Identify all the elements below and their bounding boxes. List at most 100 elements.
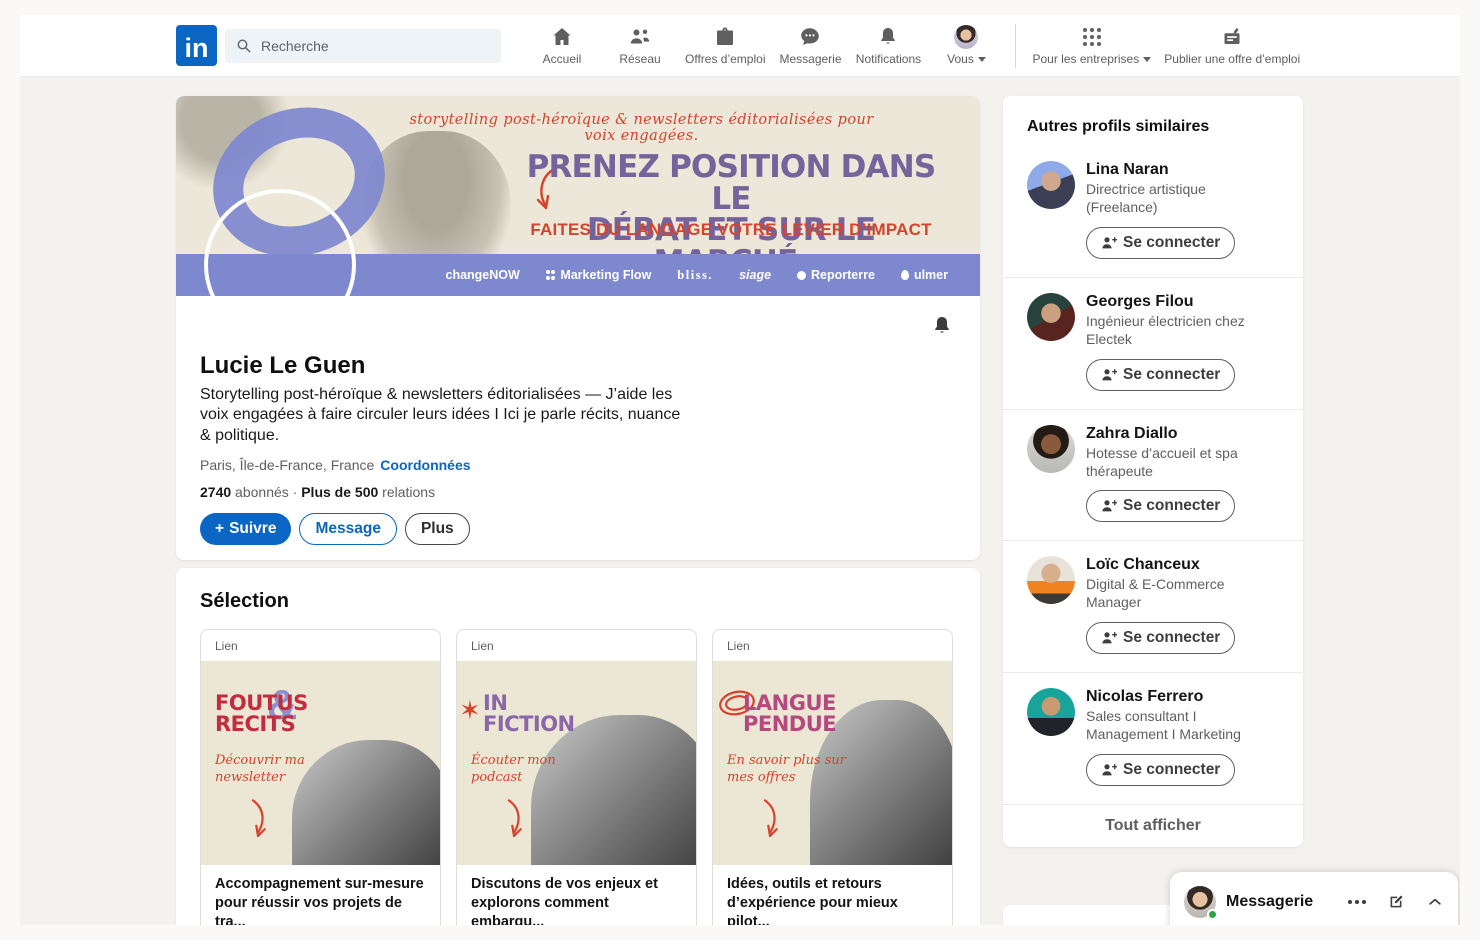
featured-link-card[interactable]: Lien & FOUTUS RECITS Découvrir ma newsle… (200, 629, 441, 925)
nav-item-jobs[interactable]: Offres d’emploi (679, 15, 771, 77)
similar-profile-name[interactable]: Zahra Diallo (1086, 425, 1256, 443)
profile-name[interactable]: Lucie Le Guen (200, 352, 365, 380)
similar-profile-name[interactable]: Lina Naran (1086, 161, 1256, 179)
link-caption: Accompagnement sur-mesure pour réussir v… (215, 876, 424, 925)
chat-icon (801, 28, 820, 45)
link-card-image: & FOUTUS RECITS Découvrir ma newsletter (201, 661, 440, 865)
subscribe-bell-icon[interactable] (930, 314, 954, 338)
art-title-2: PENDUE (743, 711, 837, 736)
search-box[interactable] (225, 28, 501, 63)
logo-changenow: changeNOW (445, 268, 520, 282)
nav-item-home[interactable]: Accueil (523, 15, 601, 77)
connect-button[interactable]: Se connecter (1086, 226, 1236, 259)
messaging-dock[interactable]: Messagerie (1170, 872, 1458, 925)
connect-button[interactable]: Se connecter (1086, 358, 1236, 391)
link-caption: Discutons de vos enjeux et explorons com… (471, 876, 658, 925)
link-type-label: Lien (215, 639, 238, 653)
logo-reporterre: Reporterre (797, 268, 875, 282)
nav-label: Pour les entreprises (1032, 52, 1140, 66)
follow-button[interactable]: + Suivre (200, 513, 292, 546)
avatar[interactable] (1027, 424, 1075, 473)
nav-item-network[interactable]: Réseau (601, 15, 679, 77)
nav-label: Notifications (855, 52, 922, 66)
featured-link-card[interactable]: Lien LANGUE PENDUE En savoir plus sur me… (712, 629, 953, 925)
connect-button[interactable]: Se connecter (1086, 754, 1236, 787)
link-type-label: Lien (471, 639, 494, 653)
more-button[interactable]: Plus (404, 513, 470, 546)
avatar[interactable] (1027, 292, 1075, 341)
logo-bliss: bliss. (677, 267, 714, 282)
art-title-2: RECITS (215, 711, 296, 736)
nav-label: Offres d’emploi (685, 52, 766, 66)
nav-divider (1015, 23, 1017, 68)
similar-profile-headline: Directrice artistique (Freelance) (1086, 181, 1206, 215)
ellipsis-icon[interactable] (1348, 896, 1366, 908)
nav-item-me[interactable]: Vous (927, 15, 1005, 77)
chevron-down-icon (977, 56, 986, 62)
nav-item-post-job[interactable]: Publier une offre d’emploi (1157, 25, 1307, 66)
nav-item-notifications[interactable]: Notifications (849, 15, 927, 77)
similar-profile-row: Loïc Chanceux Digital & E-Commerce Manag… (1003, 541, 1303, 674)
connect-button[interactable]: Se connecter (1086, 622, 1236, 655)
similar-profile-headline: Digital & E-Commerce Manager (1086, 576, 1225, 611)
similar-profile-row: Georges Filou Ingénieur électricien chez… (1003, 278, 1303, 410)
avatar[interactable] (1027, 688, 1075, 737)
similar-profile-row: Zahra Diallo Hotesse d’accueil et spa th… (1003, 410, 1303, 542)
link-card-image: ✶ IN FICTION Écouter mon podcast (457, 661, 696, 865)
compose-icon[interactable] (1386, 892, 1406, 912)
banner-script-line: storytelling post-héroïque & newsletters… (409, 112, 874, 144)
contact-info-link[interactable]: Coordonnées (380, 457, 470, 473)
similar-profile-name[interactable]: Georges Filou (1086, 293, 1256, 311)
art-title-1: LANGUE (743, 691, 836, 715)
similar-profile-name[interactable]: Loïc Chanceux (1086, 556, 1256, 574)
followers-count: 2740 (200, 484, 232, 501)
home-icon (553, 28, 571, 45)
plus-icon: + (215, 520, 225, 538)
art-script: Découvrir ma newsletter (215, 753, 305, 785)
followers-label: abonnés (235, 484, 289, 501)
art-photo (531, 715, 696, 865)
similar-profile-headline: Hotesse d’accueil et spa thérapeute (1086, 444, 1238, 479)
link-card-image: LANGUE PENDUE En savoir plus sur mes off… (713, 661, 952, 865)
network-icon (630, 29, 650, 44)
featured-section: Sélection Lien & FOUTUS RECITS Découvrir… (176, 568, 980, 925)
messaging-title: Messagerie (1226, 893, 1314, 910)
similar-profile-row: Lina Naran Directrice artistique (Freela… (1003, 146, 1303, 278)
grid-icon (1082, 28, 1101, 46)
similar-profiles-title: Autres profils similaires (1027, 118, 1210, 135)
bell-icon (881, 28, 896, 44)
art-arrow (763, 799, 778, 838)
nav-item-messaging[interactable]: Messagerie (771, 15, 849, 77)
message-button[interactable]: Message (299, 513, 397, 546)
link-type-label: Lien (727, 639, 750, 653)
nav-label: Messagerie (779, 52, 842, 66)
similar-profile-row: Nicolas Ferrero Sales consultant I Manag… (1003, 673, 1303, 806)
nav-label: Accueil (542, 52, 582, 66)
banner-headline-1: PRENEZ POSITION DANS LE (526, 149, 937, 217)
featured-link-card[interactable]: Lien ✶ IN FICTION Écouter mon podcast Di… (456, 629, 697, 925)
profile-card: storytelling post-héroïque & newsletters… (176, 96, 980, 560)
linkedin-logo[interactable]: in (176, 25, 217, 66)
page: in Accueil Réseau (20, 15, 1460, 925)
search-input[interactable] (261, 37, 491, 54)
art-title-1: IN (483, 691, 508, 715)
person-plus-icon (1102, 632, 1117, 644)
avatar[interactable] (1027, 556, 1075, 605)
show-all-link[interactable]: Tout afficher (1003, 805, 1303, 847)
avatar[interactable] (1027, 161, 1075, 209)
art-script: Écouter mon podcast (471, 753, 556, 785)
dot-separator: · (292, 484, 298, 501)
nav-label: Vous (947, 52, 974, 66)
nav-item-business[interactable]: Pour les entreprises (1026, 25, 1157, 66)
similar-profile-headline: Sales consultant I Management I Marketin… (1086, 708, 1241, 743)
connect-button[interactable]: Se connecter (1086, 490, 1236, 523)
chevron-up-icon[interactable] (1426, 893, 1444, 911)
me-avatar (954, 25, 979, 49)
connections-label: relations (382, 484, 436, 501)
nav-label: Réseau (619, 52, 661, 66)
messaging-avatar (1184, 886, 1218, 920)
profile-photo[interactable] (204, 189, 356, 341)
banner-subline: FAITES DU LANGAGE VOTRE LEVIER D’IMPACT (530, 220, 932, 239)
top-navbar: in Accueil Réseau (20, 15, 1460, 77)
similar-profile-name[interactable]: Nicolas Ferrero (1086, 688, 1256, 706)
